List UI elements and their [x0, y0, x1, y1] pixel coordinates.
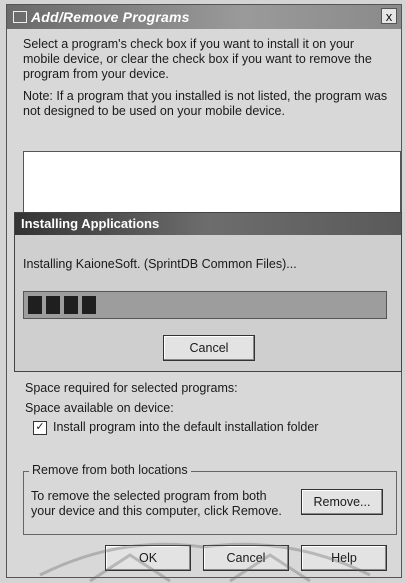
instruction-line-2: mobile device, or clear the check box if…: [23, 52, 372, 66]
installing-applications-dialog: Installing Applications Installing Kaion…: [14, 212, 402, 372]
progress-block: [64, 296, 78, 314]
installing-dialog-title-bar: Installing Applications: [15, 213, 401, 235]
window-icon: [13, 11, 27, 23]
instruction-line-1: Select a program's check box if you want…: [23, 37, 355, 51]
progress-block: [28, 296, 42, 314]
close-button[interactable]: x: [381, 8, 397, 24]
remove-group-legend: Remove from both locations: [29, 463, 191, 477]
default-folder-label[interactable]: Install program into the default install…: [53, 420, 318, 435]
instruction-line-3: program from your device.: [23, 67, 169, 81]
space-available-label: Space available on device:: [25, 401, 174, 415]
note-line-2: not designed to be used on your mobile d…: [23, 104, 285, 118]
remove-button[interactable]: Remove...: [301, 489, 383, 515]
installing-dialog-title: Installing Applications: [21, 216, 160, 231]
space-required-label: Space required for selected programs:: [25, 381, 238, 395]
program-list[interactable]: [23, 151, 401, 213]
installing-status: Installing KaioneSoft. (SprintDB Common …: [23, 257, 297, 271]
watermark-seal: [39, 542, 371, 583]
default-folder-checkbox[interactable]: ✓: [33, 421, 47, 435]
title-bar: Add/Remove Programs x: [7, 5, 401, 29]
window-title: Add/Remove Programs: [31, 9, 190, 25]
progress-block: [46, 296, 60, 314]
install-cancel-button[interactable]: Cancel: [163, 335, 255, 361]
note-line-1: Note: If a program that you installed is…: [23, 89, 388, 103]
install-progress-bar: [23, 291, 387, 319]
remove-text-1: To remove the selected program from both: [31, 489, 267, 503]
progress-block: [82, 296, 96, 314]
remove-text-2: your device and this computer, click Rem…: [31, 504, 282, 518]
